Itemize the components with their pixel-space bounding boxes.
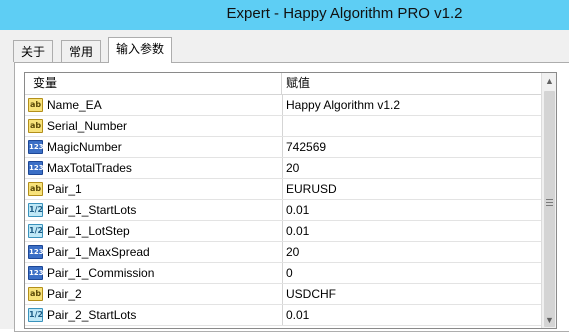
parameter-name: Pair_1_MaxSpread (47, 245, 150, 259)
scroll-down-arrow-icon[interactable]: ▼ (542, 312, 556, 328)
tab-about[interactable]: 关于 (13, 40, 54, 62)
parameter-value[interactable]: 742569 (286, 137, 536, 157)
parameter-value[interactable]: Happy Algorithm v1.2 (286, 95, 536, 115)
parameter-name: Serial_Number (47, 119, 128, 133)
parameter-value[interactable]: USDCHF (286, 284, 536, 304)
integer-type-icon: 123 (28, 266, 44, 280)
parameter-name: Pair_1 (47, 182, 82, 196)
scrollbar-grip-icon (546, 199, 553, 206)
table-row[interactable]: ab Pair_2 USDCHF (25, 284, 541, 305)
column-header-variable[interactable]: 变量 (25, 73, 282, 94)
table-row[interactable]: 123 MagicNumber 742569 (25, 137, 541, 158)
table-row[interactable]: 1/2 Pair_1_LotStep 0.01 (25, 221, 541, 242)
integer-type-icon: 123 (28, 140, 44, 154)
double-type-icon: 1/2 (28, 203, 43, 217)
column-divider (282, 95, 283, 115)
scroll-up-arrow-icon[interactable]: ▲ (542, 73, 556, 90)
parameter-value[interactable]: 20 (286, 242, 536, 262)
column-divider (282, 305, 283, 325)
double-type-icon: 1/2 (28, 224, 43, 238)
column-divider (282, 263, 283, 283)
parameter-value[interactable]: 0.01 (286, 221, 536, 241)
parameter-name: MagicNumber (47, 140, 122, 154)
string-type-icon: ab (28, 182, 43, 196)
scrollbar-thumb[interactable] (544, 91, 555, 327)
parameter-value[interactable]: EURUSD (286, 179, 536, 199)
parameter-name: Pair_1_StartLots (47, 203, 137, 217)
parameter-name: MaxTotalTrades (47, 161, 132, 175)
parameter-value[interactable] (286, 116, 536, 136)
parameter-name: Pair_2 (47, 287, 82, 301)
string-type-icon: ab (28, 287, 43, 301)
tab-inputs[interactable]: 输入参数 (108, 37, 173, 63)
tab-common[interactable]: 常用 (61, 40, 102, 62)
table-row[interactable]: 123 Pair_1_Commission 0 (25, 263, 541, 284)
window-title: Expert - Happy Algorithm PRO v1.2 (226, 5, 463, 22)
column-divider (282, 179, 283, 199)
parameter-name: Name_EA (47, 98, 102, 112)
string-type-icon: ab (28, 98, 43, 112)
parameter-name: Pair_1_LotStep (47, 224, 130, 238)
column-divider (282, 116, 283, 136)
table-row[interactable]: 1/2 Pair_2_StartLots 0.01 (25, 305, 541, 326)
vertical-scrollbar[interactable]: ▲ ▼ (541, 73, 556, 328)
column-divider (282, 242, 283, 262)
string-type-icon: ab (28, 119, 43, 133)
inputs-grid: 变量 赋值 ab Name_EA Happy Algorithm v1.2 ab Ser… (24, 72, 557, 329)
integer-type-icon: 123 (28, 161, 44, 175)
table-row[interactable]: 123 MaxTotalTrades 20 (25, 158, 541, 179)
table-row[interactable]: 1/2 Pair_1_StartLots 0.01 (25, 200, 541, 221)
parameter-name: Pair_1_Commission (47, 266, 155, 280)
column-divider (282, 137, 283, 157)
parameter-value[interactable]: 20 (286, 158, 536, 178)
double-type-icon: 1/2 (28, 308, 43, 322)
table-row[interactable]: 123 Pair_1_MaxSpread 20 (25, 242, 541, 263)
parameter-value[interactable]: 0 (286, 263, 536, 283)
table-row[interactable]: ab Pair_1 EURUSD (25, 179, 541, 200)
table-row[interactable]: ab Name_EA Happy Algorithm v1.2 (25, 95, 541, 116)
parameter-value[interactable]: 0.01 (286, 305, 536, 325)
parameter-name: Pair_2_StartLots (47, 308, 137, 322)
table-row[interactable]: ab Serial_Number (25, 116, 541, 137)
column-divider (282, 284, 283, 304)
column-divider (282, 200, 283, 220)
column-divider (282, 158, 283, 178)
parameter-value[interactable]: 0.01 (286, 200, 536, 220)
title-bar: Expert - Happy Algorithm PRO v1.2 (0, 0, 569, 30)
column-header-value[interactable]: 赋值 (282, 73, 541, 94)
integer-type-icon: 123 (28, 245, 44, 259)
grid-header: 变量 赋值 (25, 73, 541, 95)
column-divider (282, 221, 283, 241)
